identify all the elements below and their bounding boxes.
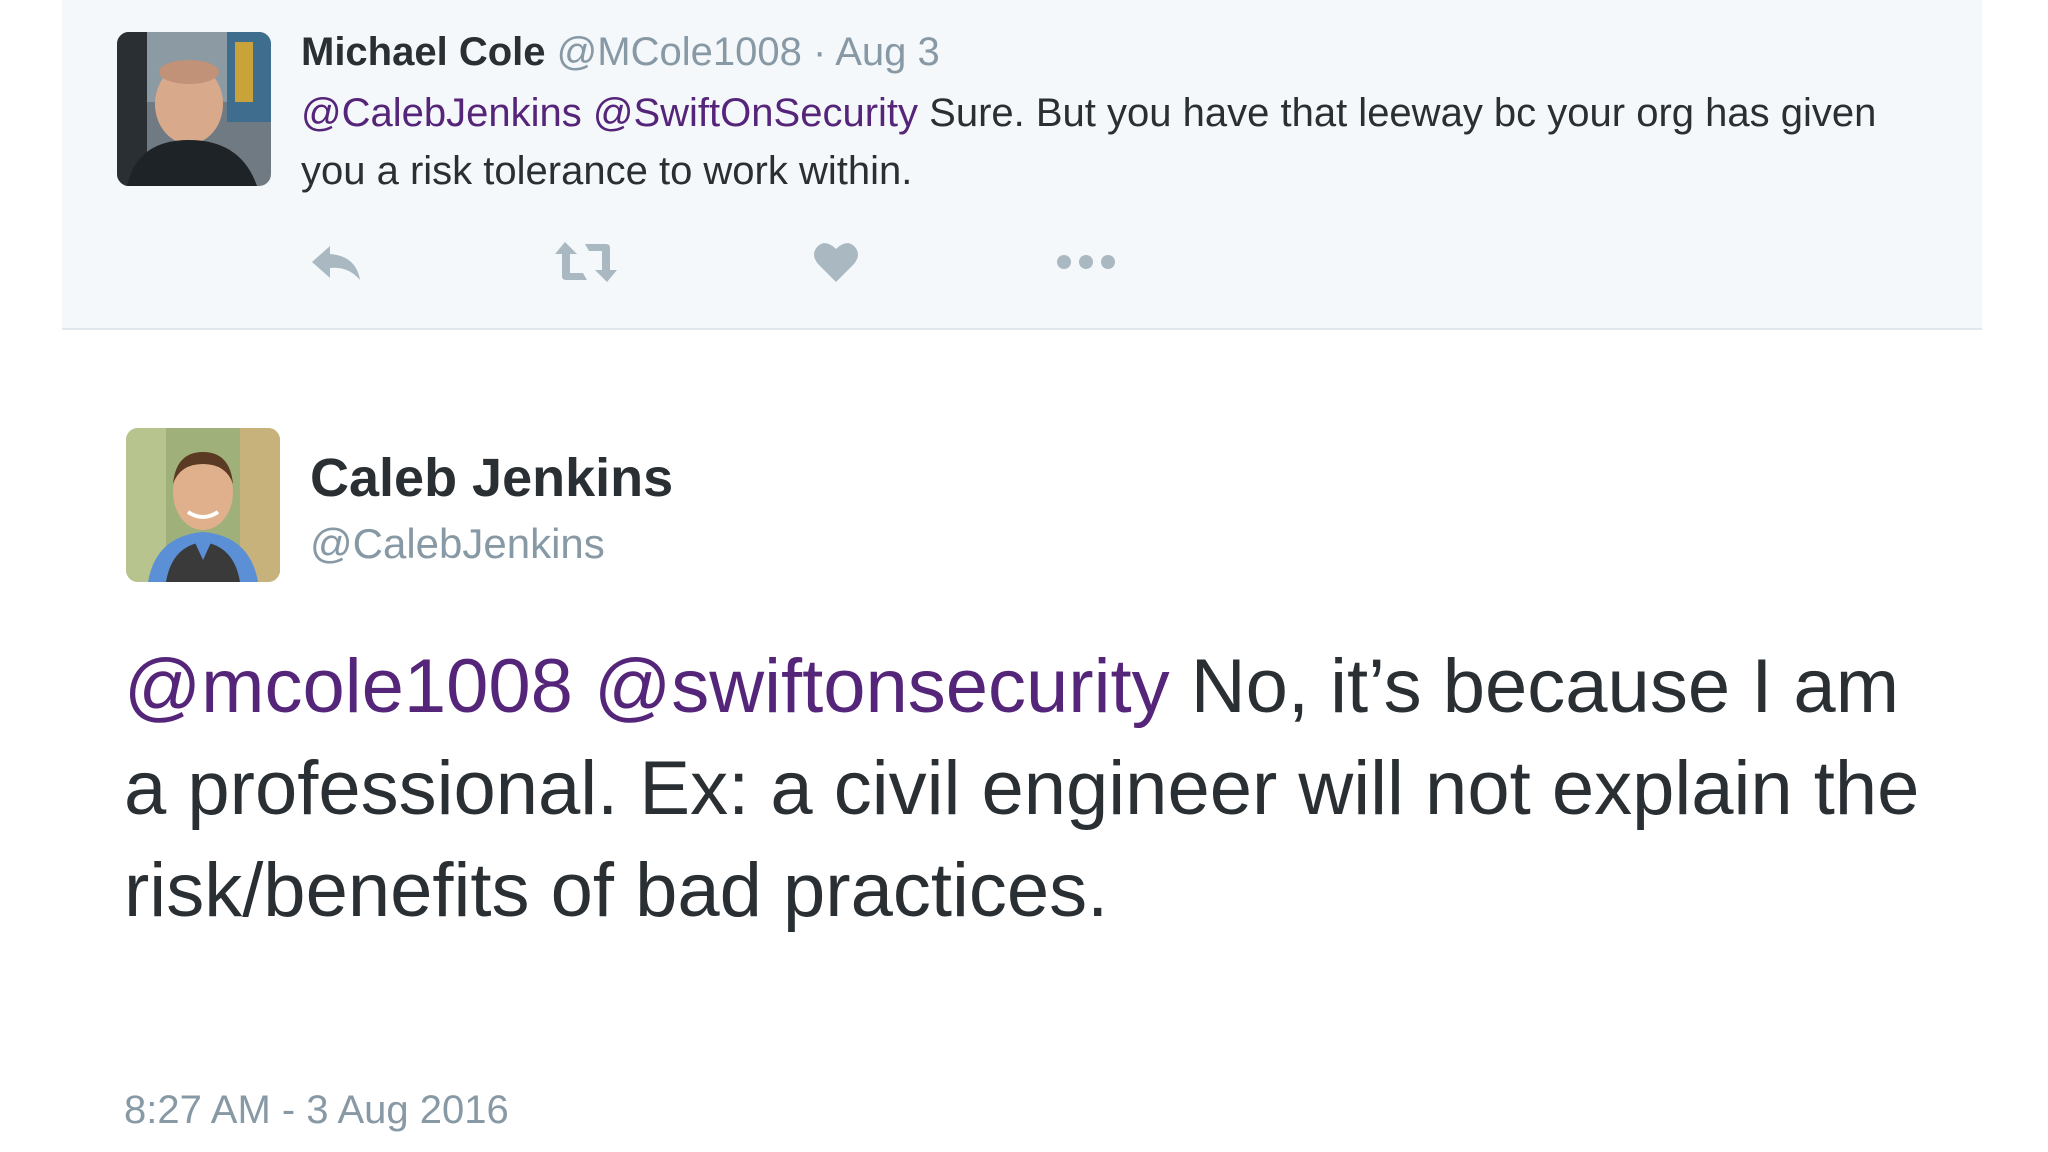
reply-icon bbox=[312, 246, 360, 280]
reply-button[interactable] bbox=[301, 232, 371, 292]
mention-link[interactable]: @mcole1008 bbox=[124, 644, 573, 729]
mention-link[interactable]: @CalebJenkins bbox=[301, 91, 582, 135]
tweet-page: Michael Cole @MCole1008 · Aug 3 @CalebJe… bbox=[0, 0, 2048, 1152]
tweet-actions bbox=[301, 232, 1201, 292]
parent-avatar[interactable] bbox=[117, 32, 271, 186]
retweet-button[interactable] bbox=[551, 232, 621, 292]
retweet-icon bbox=[555, 242, 617, 282]
more-button[interactable] bbox=[1051, 232, 1121, 292]
mention-link[interactable]: @swiftonsecurity bbox=[594, 644, 1170, 729]
parent-tweet[interactable]: Michael Cole @MCole1008 · Aug 3 @CalebJe… bbox=[62, 0, 1982, 330]
avatar-photo-michael bbox=[117, 32, 271, 186]
avatar-photo-caleb bbox=[126, 428, 280, 582]
parent-date[interactable]: Aug 3 bbox=[835, 30, 940, 74]
tweet-timestamp[interactable]: 8:27 AM - 3 Aug 2016 bbox=[124, 1084, 509, 1136]
main-avatar[interactable] bbox=[126, 428, 280, 582]
main-author-handle[interactable]: @CalebJenkins bbox=[310, 516, 605, 572]
meta-separator: · bbox=[812, 30, 827, 74]
like-button[interactable] bbox=[801, 232, 871, 292]
parent-author-handle[interactable]: @MCole1008 bbox=[557, 30, 802, 74]
main-author-name[interactable]: Caleb Jenkins bbox=[310, 446, 673, 510]
parent-header: Michael Cole @MCole1008 · Aug 3 bbox=[301, 26, 940, 78]
like-icon bbox=[814, 243, 858, 282]
more-icon bbox=[1057, 255, 1115, 269]
parent-author-name[interactable]: Michael Cole bbox=[301, 30, 546, 74]
main-tweet-text: @mcole1008 @swiftonsecurity No, it’s bec… bbox=[124, 636, 1944, 942]
parent-tweet-text: @CalebJenkins @SwiftOnSecurity Sure. But… bbox=[301, 84, 1941, 200]
mention-link[interactable]: @SwiftOnSecurity bbox=[593, 91, 918, 135]
